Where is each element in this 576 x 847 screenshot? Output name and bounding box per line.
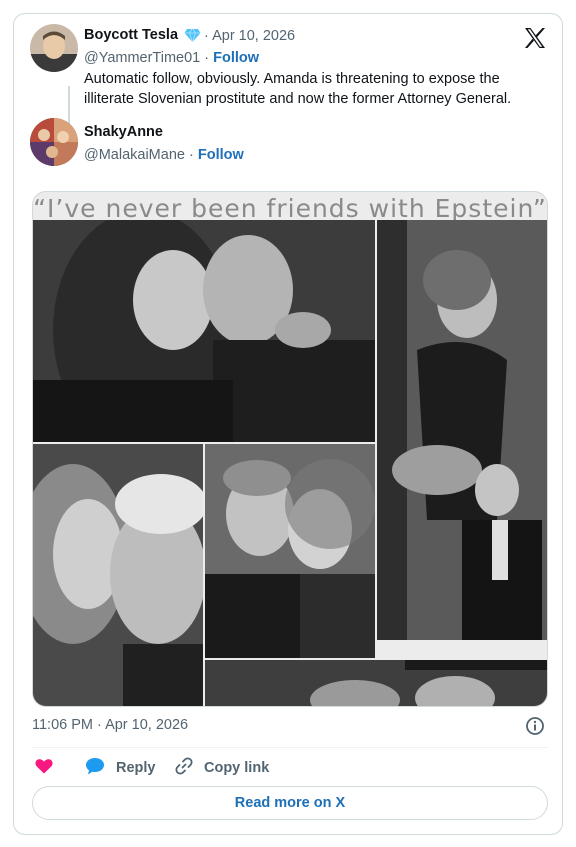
follow-button[interactable]: Follow [213, 50, 259, 66]
collage-photo-smiling [205, 444, 375, 658]
quoted-author-name[interactable]: ShakyAnne [84, 124, 163, 140]
collage-photo-cheek-kiss [33, 444, 207, 706]
media-image[interactable]: “I’ve never been friends with Epstein” [32, 191, 548, 707]
copy-link-button[interactable]: Copy link [174, 756, 269, 780]
reply-button[interactable]: Reply [84, 756, 156, 780]
divider [32, 747, 548, 748]
link-icon [174, 756, 194, 780]
collage-photo-bottom-strip [205, 660, 547, 706]
post-timestamp[interactable]: 11:06 PM · Apr 10, 2026 [32, 717, 188, 733]
post-date[interactable]: · Apr 10, 2026 [204, 28, 295, 44]
reply-label: Reply [116, 760, 156, 776]
x-logo-icon[interactable] [523, 26, 547, 50]
collage-photo-pole [377, 220, 547, 640]
read-more-button[interactable]: Read more on X [32, 786, 548, 820]
author-handle[interactable]: @YammerTime01 [84, 50, 200, 66]
quoted-follow-button[interactable]: Follow [198, 147, 244, 163]
embedded-post-card: Boycott Tesla · Apr 10, 2026 @YammerTime… [13, 13, 563, 835]
collage-photo-kiss [33, 210, 375, 450]
diamond-icon [184, 28, 201, 48]
quoted-author-avatar[interactable] [30, 118, 78, 166]
author-handle-row: @YammerTime01 · Follow [84, 50, 259, 66]
separator-dot: · [189, 147, 194, 163]
info-icon[interactable] [525, 716, 545, 736]
copy-link-label: Copy link [204, 760, 270, 776]
media-caption: “I’ve never been friends with Epstein” [33, 194, 547, 223]
author-avatar[interactable] [30, 24, 78, 72]
heart-icon [34, 756, 54, 780]
quoted-handle[interactable]: @MalakaiMane [84, 147, 185, 163]
like-button[interactable] [34, 756, 54, 780]
quoted-handle-row: @MalakaiMane · Follow [84, 147, 244, 163]
separator-dot: · [204, 50, 210, 66]
post-text: Automatic follow, obviously. Amanda is t… [84, 71, 512, 107]
reply-bubble-icon [84, 756, 106, 780]
author-name[interactable]: Boycott Tesla [84, 27, 178, 43]
